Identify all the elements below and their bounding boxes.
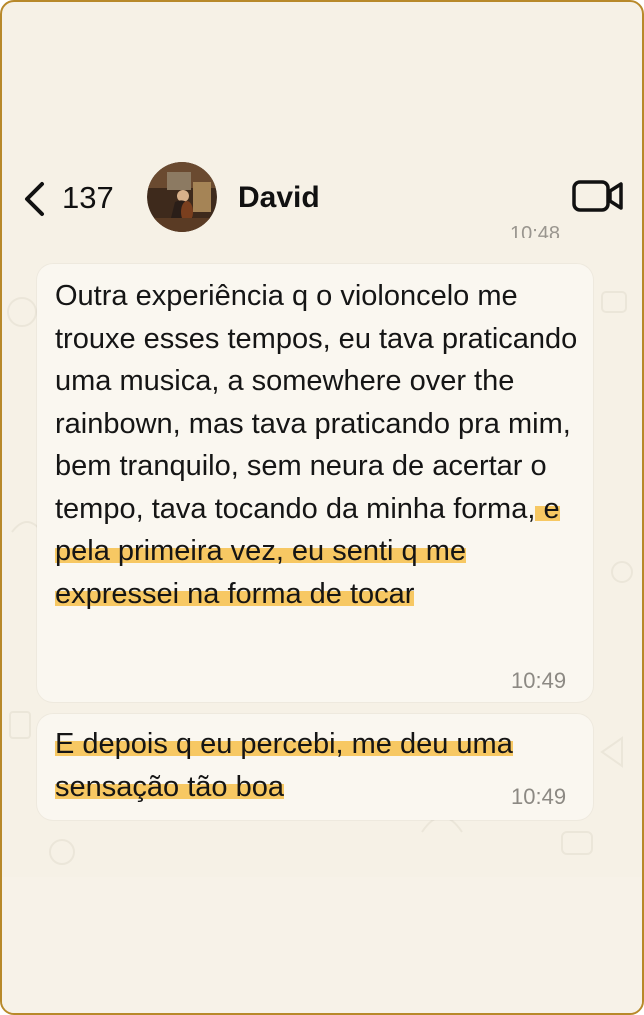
message-text-highlighted: E depois q eu percebi, me deu uma sensaç… bbox=[55, 728, 513, 803]
empty-chat-area bbox=[2, 877, 642, 1013]
contact-name[interactable]: David bbox=[238, 178, 320, 218]
message-text: Outra experiência q o violoncelo me trou… bbox=[55, 275, 595, 615]
contact-avatar[interactable] bbox=[147, 162, 217, 232]
back-chevron-icon[interactable] bbox=[20, 180, 50, 218]
video-call-icon[interactable] bbox=[572, 178, 624, 214]
screenshot-frame: 137 David 10:48 Outra experiência q o vi… bbox=[0, 0, 644, 1015]
message-text-plain: Outra experiência q o violoncelo me trou… bbox=[55, 280, 578, 525]
back-unread-count[interactable]: 137 bbox=[62, 178, 114, 218]
message-time: 10:49 bbox=[511, 668, 567, 693]
previous-message-time: 10:48 bbox=[510, 224, 561, 238]
message-time: 10:49 bbox=[511, 784, 567, 809]
